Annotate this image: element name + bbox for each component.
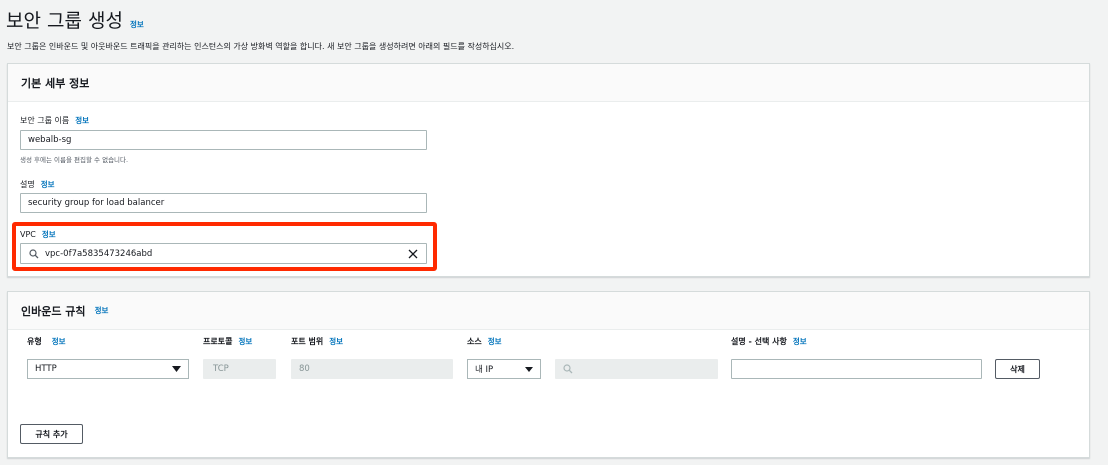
add-rule-button[interactable]: 규칙 추가 xyxy=(20,424,83,444)
sg-name-hint: 생성 후에는 이름을 편집할 수 없습니다. xyxy=(20,156,129,164)
sg-name-label: 보안 그룹 이름 정보 xyxy=(20,115,89,126)
type-select[interactable]: HTTP xyxy=(27,359,189,379)
delete-rule-button[interactable]: 삭제 xyxy=(995,359,1040,379)
description-input[interactable]: security group for load balancer xyxy=(20,193,427,213)
source-select[interactable]: 내 IP xyxy=(467,359,541,379)
vpc-search-input[interactable]: vpc-0f7a5835473246abd xyxy=(20,243,427,264)
inbound-info-link[interactable]: 정보 xyxy=(95,305,109,316)
col-source-text: 소스 xyxy=(467,337,482,346)
vpc-label-text: VPC xyxy=(20,230,36,239)
page-description: 보안 그룹은 인바운드 및 아웃바운드 트래픽을 관리하는 인스턴스의 가상 방… xyxy=(7,42,515,51)
basic-details-header: 기본 세부 정보 xyxy=(8,64,1089,102)
caret-down-icon xyxy=(525,366,533,372)
col-type-info[interactable]: 정보 xyxy=(52,336,66,347)
col-description-text: 설명 - 선택 사항 xyxy=(731,337,787,346)
inbound-rules-title: 인바운드 규칙 xyxy=(21,304,86,318)
rule-description-input[interactable] xyxy=(731,359,982,379)
col-port-range-info[interactable]: 정보 xyxy=(329,336,343,347)
type-select-value: HTTP xyxy=(35,364,57,374)
vpc-label: VPC 정보 xyxy=(20,229,56,240)
col-port-range-text: 포트 범위 xyxy=(291,337,324,346)
description-label-text: 설명 xyxy=(20,180,35,189)
port-range-field: 80 xyxy=(291,359,453,379)
col-protocol-info[interactable]: 정보 xyxy=(238,336,252,347)
vpc-info-link[interactable]: 정보 xyxy=(42,229,56,240)
col-type: 유형 정보 xyxy=(27,336,66,347)
source-select-value: 내 IP xyxy=(475,365,494,375)
caret-down-icon xyxy=(172,366,181,372)
page-title-text: 보안 그룹 생성 xyxy=(6,10,123,32)
title-info-link[interactable]: 정보 xyxy=(130,19,144,30)
search-icon xyxy=(563,364,573,374)
close-icon[interactable] xyxy=(408,249,418,259)
col-description: 설명 - 선택 사항 정보 xyxy=(731,336,807,347)
description-label: 설명 정보 xyxy=(20,179,55,190)
search-icon xyxy=(28,248,40,260)
sg-name-input[interactable]: webalb-sg xyxy=(20,130,427,150)
inbound-rules-header: 인바운드 규칙 정보 xyxy=(8,292,1089,330)
col-protocol: 프로토콜 정보 xyxy=(203,336,252,347)
col-description-info[interactable]: 정보 xyxy=(793,336,807,347)
vpc-value: vpc-0f7a5835473246abd xyxy=(45,248,153,259)
col-type-text: 유형 xyxy=(27,337,42,346)
description-info-link[interactable]: 정보 xyxy=(41,179,55,190)
page-title: 보안 그룹 생성 정보 xyxy=(6,6,144,33)
sg-name-info-link[interactable]: 정보 xyxy=(75,115,89,126)
source-cidr-search[interactable] xyxy=(555,359,718,379)
protocol-field: TCP xyxy=(203,359,276,379)
col-source: 소스 정보 xyxy=(467,336,502,347)
col-source-info[interactable]: 정보 xyxy=(488,336,502,347)
col-port-range: 포트 범위 정보 xyxy=(291,336,343,347)
col-protocol-text: 프로토콜 xyxy=(203,337,233,346)
sg-name-label-text: 보안 그룹 이름 xyxy=(20,116,70,125)
